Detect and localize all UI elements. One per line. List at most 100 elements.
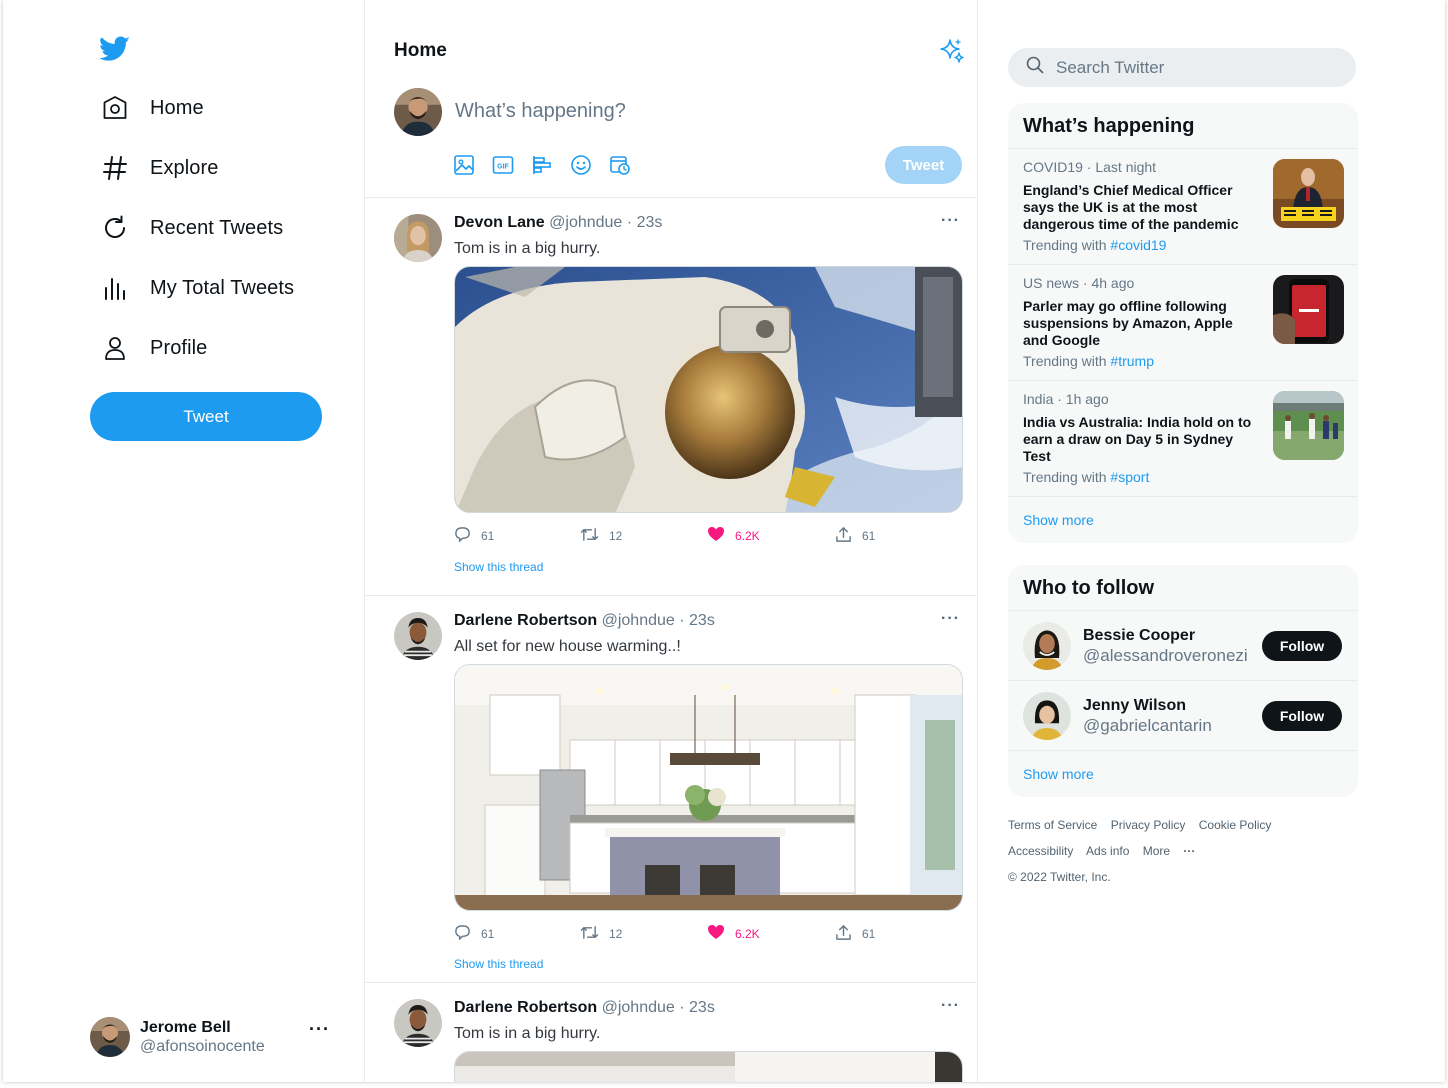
poll-icon[interactable] <box>531 154 553 176</box>
more-icon[interactable]: ··· <box>941 212 960 230</box>
follow-button[interactable]: Follow <box>1262 701 1342 731</box>
share-button[interactable]: 61 <box>835 924 875 944</box>
refresh-icon <box>100 213 130 243</box>
like-button[interactable]: 6.2K <box>707 924 760 943</box>
trend-hashtag[interactable]: #covid19 <box>1110 237 1166 253</box>
twitter-bird-icon[interactable] <box>99 36 130 64</box>
like-button[interactable]: 6.2K <box>707 526 760 545</box>
avatar <box>1023 692 1071 740</box>
more-icon[interactable]: ··· <box>309 1019 330 1040</box>
share-icon <box>835 526 852 546</box>
tweet-author-name[interactable]: Darlene Robertson <box>454 999 597 1016</box>
trend-headline: India vs Australia: India hold on to ear… <box>1023 414 1252 464</box>
reply-icon <box>454 924 471 944</box>
tweet-header: Darlene Robertson @johndue · 23s <box>454 999 715 1017</box>
avatar <box>1023 622 1071 670</box>
trend-headline: Parler may go offline following suspensi… <box>1023 298 1233 348</box>
image-icon[interactable] <box>453 154 475 176</box>
emoji-icon[interactable] <box>570 154 592 176</box>
trend-category: COVID19 · Last night <box>1023 159 1157 175</box>
tweet-header: Devon Lane @johndue · 23s <box>454 214 662 232</box>
account-switcher[interactable]: Jerome Bell @afonsoinocente ··· <box>90 1016 330 1058</box>
tweet-separator: · <box>679 999 685 1016</box>
tweet-image[interactable] <box>454 1051 963 1082</box>
trend-with: Trending with #sport <box>1023 469 1150 485</box>
trend-item[interactable]: US news · 4h ago Parler may go offline f… <box>1008 264 1358 380</box>
tweet-author-handle[interactable]: @johndue <box>549 214 622 231</box>
gif-icon[interactable]: GIF <box>492 154 514 176</box>
nav-explore[interactable]: Explore <box>100 148 219 188</box>
tweet-author-handle[interactable]: @johndue <box>602 612 675 629</box>
reply-count: 61 <box>481 529 495 543</box>
search-bar[interactable]: Search Twitter <box>1008 48 1356 87</box>
composer-input[interactable]: What’s happening? <box>455 100 626 123</box>
tweet-actions: 61 12 6.2K 61 <box>454 526 894 546</box>
account-handle: @afonsoinocente <box>140 1038 265 1055</box>
footer-link-privacy[interactable]: Privacy Policy <box>1111 818 1186 832</box>
nav-profile[interactable]: Profile <box>100 328 207 368</box>
who-to-follow-card: Who to follow Bessie Cooper @alessandrov… <box>1008 565 1358 797</box>
retweet-icon <box>580 924 599 944</box>
avatar <box>90 1017 130 1057</box>
trend-item[interactable]: India · 1h ago India vs Australia: India… <box>1008 380 1358 496</box>
tweet-time[interactable]: 23s <box>689 612 715 629</box>
tweet-author-name[interactable]: Devon Lane <box>454 214 545 231</box>
tweet-time[interactable]: 23s <box>689 999 715 1016</box>
search-icon <box>1026 56 1044 79</box>
sparkle-icon[interactable] <box>939 38 965 69</box>
reply-button[interactable]: 61 <box>454 526 494 546</box>
show-thread-link[interactable]: Show this thread <box>454 957 543 971</box>
nav-recent-tweets[interactable]: Recent Tweets <box>100 208 283 248</box>
footer-link-terms[interactable]: Terms of Service <box>1008 818 1097 832</box>
show-thread-link[interactable]: Show this thread <box>454 560 543 574</box>
trend-item[interactable]: COVID19 · Last night England’s Chief Med… <box>1008 148 1358 264</box>
home-icon <box>100 93 130 123</box>
footer-link-more[interactable]: More <box>1143 844 1170 858</box>
show-more-follow-link[interactable]: Show more <box>1008 750 1358 796</box>
footer: Terms of Service Privacy Policy Cookie P… <box>1008 812 1358 890</box>
nav-my-total-tweets[interactable]: My Total Tweets <box>100 268 294 308</box>
page-title: Home <box>394 40 447 61</box>
share-icon <box>835 924 852 944</box>
follow-button[interactable]: Follow <box>1262 631 1342 661</box>
nav-recent-tweets-label: Recent Tweets <box>150 216 284 239</box>
more-icon[interactable]: ··· <box>941 997 960 1015</box>
schedule-icon[interactable] <box>609 154 631 176</box>
tweet-author-name[interactable]: Darlene Robertson <box>454 612 597 629</box>
share-button[interactable]: 61 <box>835 526 875 546</box>
retweet-button[interactable]: 12 <box>580 924 622 944</box>
footer-link-accessibility[interactable]: Accessibility <box>1008 844 1073 858</box>
trend-hashtag[interactable]: #sport <box>1110 469 1149 485</box>
search-input[interactable]: Search Twitter <box>1056 58 1164 78</box>
follow-suggestion[interactable]: Jenny Wilson @gabrielcantarin Follow <box>1008 680 1358 750</box>
trend-category: India · 1h ago <box>1023 391 1109 407</box>
retweet-count: 12 <box>609 927 623 941</box>
tweet-card[interactable]: Devon Lane @johndue · 23s ··· Tom is in … <box>365 198 978 596</box>
composer-tweet-button[interactable]: Tweet <box>885 146 962 184</box>
show-more-trends-link[interactable]: Show more <box>1008 496 1358 542</box>
footer-link-ads[interactable]: Ads info <box>1086 844 1129 858</box>
more-icon[interactable]: ··· <box>941 610 960 628</box>
tweet-text: All set for new house warming..! <box>454 638 681 655</box>
follow-handle: @alessandroveronezi <box>1083 646 1248 665</box>
trend-thumbnail <box>1273 159 1344 228</box>
nav-profile-label: Profile <box>150 336 208 359</box>
tweet-button[interactable]: Tweet <box>90 392 322 441</box>
reply-button[interactable]: 61 <box>454 924 494 944</box>
avatar <box>394 88 442 136</box>
tweet-card[interactable]: Darlene Robertson @johndue · 23s ··· Tom… <box>365 983 978 1082</box>
follow-suggestion[interactable]: Bessie Cooper @alessandroveronezi Follow <box>1008 610 1358 680</box>
tweet-image[interactable] <box>454 266 963 513</box>
tweet-author-handle[interactable]: @johndue <box>602 999 675 1016</box>
nav-home-label: Home <box>150 96 204 119</box>
more-icon[interactable]: ··· <box>1183 844 1195 858</box>
trend-hashtag[interactable]: #trump <box>1110 353 1154 369</box>
footer-link-cookie[interactable]: Cookie Policy <box>1199 818 1272 832</box>
tweet-card[interactable]: Darlene Robertson @johndue · 23s ··· All… <box>365 596 978 983</box>
svg-text:GIF: GIF <box>497 164 509 171</box>
retweet-button[interactable]: 12 <box>580 526 622 546</box>
tweet-time[interactable]: 23s <box>637 214 663 231</box>
footer-row: Accessibility Ads info More ··· <box>1008 838 1358 864</box>
tweet-image[interactable] <box>454 664 963 911</box>
nav-home[interactable]: Home <box>100 88 204 128</box>
